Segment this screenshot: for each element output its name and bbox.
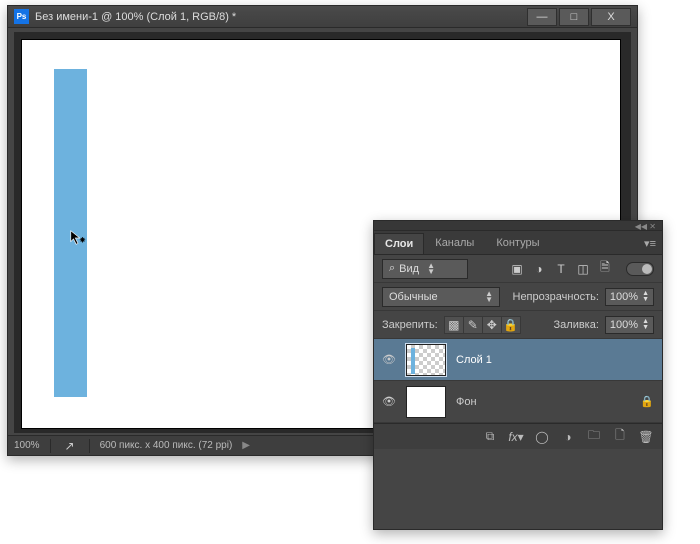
lock-transparency-icon[interactable]: ▩ — [444, 316, 464, 334]
filter-type-icon[interactable]: T — [552, 260, 570, 278]
canvas-shape-rectangle[interactable] — [54, 69, 87, 397]
layer-filter-row: ⌕ Вид ▲▼ ▣ ◑ T ◫ 🗎 — [374, 255, 662, 283]
filter-kind-dropdown[interactable]: ⌕ Вид ▲▼ — [382, 259, 468, 279]
tab-channels[interactable]: Каналы — [424, 232, 485, 254]
filter-adjustment-icon[interactable]: ◑ — [530, 260, 548, 278]
panel-menu-icon[interactable]: ▾≡ — [644, 237, 656, 250]
blend-mode-value: Обычные — [389, 291, 438, 303]
lock-position-icon[interactable]: ✥ — [482, 316, 502, 334]
panel-grip[interactable]: ◀◀ ✕ — [374, 221, 662, 231]
blend-opacity-row: Обычные ▲▼ Непрозрачность: 100% ▲▼ — [374, 283, 662, 311]
layers-panel-footer: ⧉ fx▾ ◯ ◑ 🗀 🗋 🗑 — [374, 423, 662, 449]
lock-all-icon[interactable]: 🔒 — [501, 316, 521, 334]
lock-fill-row: Закрепить: ▩ ✎ ✥ 🔒 Заливка: 100% ▲▼ — [374, 311, 662, 339]
delete-layer-icon[interactable]: 🗑 — [638, 428, 654, 446]
layer-row[interactable]: 👁 Слой 1 — [374, 339, 662, 381]
minimize-button[interactable]: — — [527, 8, 557, 26]
layer-thumbnail[interactable] — [406, 386, 446, 418]
document-dimensions: 600 пикс. x 400 пикс. (72 ppi) — [100, 440, 233, 451]
lock-pixels-icon[interactable]: ✎ — [463, 316, 483, 334]
export-icon[interactable]: ↗ — [61, 437, 79, 455]
layer-row[interactable]: 👁 Фон 🔒 — [374, 381, 662, 423]
zoom-level[interactable]: 100% — [14, 440, 40, 451]
layer-thumbnail[interactable] — [406, 344, 446, 376]
layer-fx-icon[interactable]: fx▾ — [508, 428, 524, 446]
maximize-button[interactable]: □ — [559, 8, 589, 26]
opacity-label: Непрозрачность: — [513, 291, 599, 303]
document-title: Без имени-1 @ 100% (Слой 1, RGB/8) * — [35, 11, 525, 23]
blend-mode-dropdown[interactable]: Обычные ▲▼ — [382, 287, 500, 307]
document-titlebar[interactable]: Ps Без имени-1 @ 100% (Слой 1, RGB/8) * … — [8, 6, 637, 28]
layers-list: 👁 Слой 1 👁 Фон 🔒 — [374, 339, 662, 423]
layer-name[interactable]: Слой 1 — [456, 354, 492, 366]
fill-label: Заливка: — [554, 319, 599, 331]
lock-label: Закрепить: — [382, 319, 438, 331]
layer-mask-icon[interactable]: ◯ — [534, 428, 550, 446]
fill-input[interactable]: 100% ▲▼ — [605, 316, 654, 334]
tab-layers[interactable]: Слои — [374, 233, 424, 254]
tab-paths[interactable]: Контуры — [485, 232, 550, 254]
filter-kind-label: Вид — [399, 263, 419, 275]
layers-panel: ◀◀ ✕ Слои Каналы Контуры ▾≡ ⌕ Вид ▲▼ ▣ ◑… — [373, 220, 663, 530]
opacity-input[interactable]: 100% ▲▼ — [605, 288, 654, 306]
search-icon: ⌕ — [389, 262, 395, 275]
filter-pixel-icon[interactable]: ▣ — [508, 260, 526, 278]
close-button[interactable]: X — [591, 8, 631, 26]
adjustment-layer-icon[interactable]: ◑ — [560, 428, 576, 446]
new-layer-icon[interactable]: 🗋 — [612, 428, 628, 446]
lock-icon: 🔒 — [640, 395, 654, 408]
statusbar-menu-arrow-icon[interactable]: ▶ — [242, 440, 250, 451]
filter-smart-icon[interactable]: 🗎 — [596, 260, 614, 278]
filter-toggle[interactable] — [626, 262, 654, 276]
photoshop-app-icon: Ps — [14, 9, 29, 24]
panel-tabs: Слои Каналы Контуры ▾≡ — [374, 231, 662, 255]
visibility-eye-icon[interactable]: 👁 — [382, 353, 396, 366]
panel-collapse-icon[interactable]: ◀◀ ✕ — [635, 222, 656, 231]
layer-name[interactable]: Фон — [456, 396, 477, 408]
visibility-eye-icon[interactable]: 👁 — [382, 395, 396, 408]
new-group-icon[interactable]: 🗀 — [586, 428, 602, 446]
filter-shape-icon[interactable]: ◫ — [574, 260, 592, 278]
link-layers-icon[interactable]: ⧉ — [482, 428, 498, 446]
